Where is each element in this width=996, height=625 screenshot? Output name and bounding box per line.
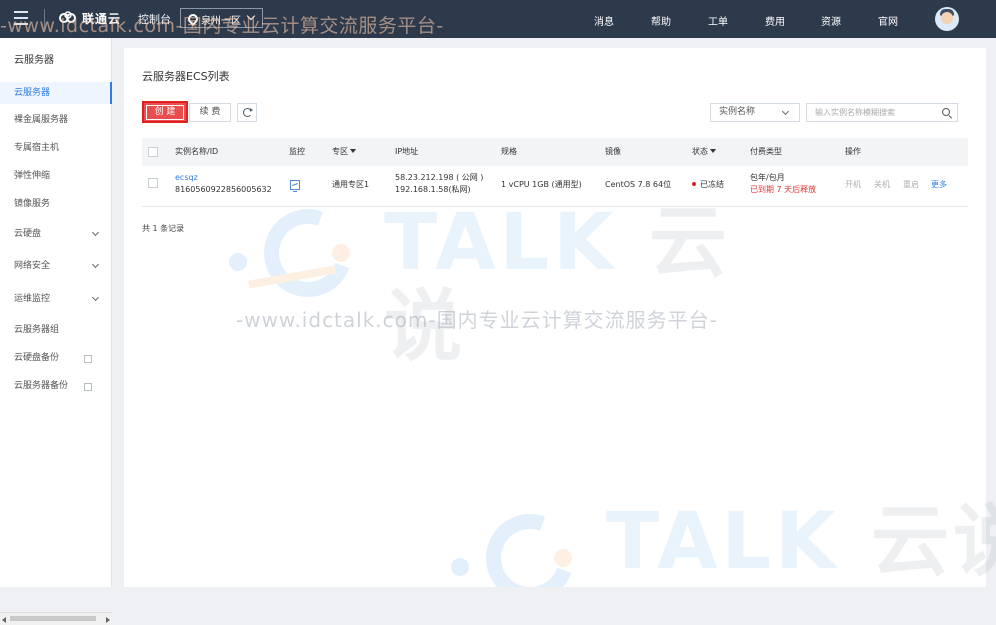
external-link-icon — [84, 383, 92, 391]
horizontal-scrollbar[interactable] — [0, 612, 112, 625]
sidebar-item-label: 云服务器备份 — [14, 381, 69, 391]
refresh-icon — [243, 108, 253, 117]
renew-button[interactable]: 续 费 — [189, 103, 231, 122]
header-status: 状态 — [692, 147, 708, 156]
header-monitor: 监控 — [289, 147, 305, 156]
sidebar-item-label: 运维监控 — [14, 294, 51, 304]
status-text: 已冻结 — [700, 180, 724, 189]
more-actions-link[interactable]: 更多 — [931, 179, 947, 190]
nav-official-site[interactable]: 官网 — [878, 13, 898, 28]
billing-type: 包年/包月 — [750, 173, 785, 182]
sidebar-title: 云服务器 — [14, 55, 54, 66]
header-zone: 专区 — [332, 147, 348, 156]
sidebar-item-bare-metal[interactable]: 裸金属服务器 — [0, 109, 112, 131]
create-button-label: 创 建 — [146, 105, 184, 120]
search-placeholder: 输入实例名称模糊搜索 — [815, 108, 895, 117]
sidebar-item-ops-monitoring[interactable]: 运维监控 — [0, 288, 112, 310]
sidebar-item-cloud-disk[interactable]: 云硬盘 — [0, 223, 112, 245]
sidebar-item-label: 云服务器 — [14, 88, 51, 98]
monitor-chart-icon[interactable] — [290, 180, 300, 192]
power-on-action[interactable]: 开机 — [845, 179, 861, 190]
sidebar-item-auto-scaling[interactable]: 弹性伸缩 — [0, 165, 112, 187]
chevron-down-icon — [91, 260, 100, 269]
filter-field-select[interactable]: 实例名称 — [710, 103, 800, 122]
header-spec: 规格 — [501, 147, 517, 156]
nav-help[interactable]: 帮助 — [651, 13, 671, 28]
sidebar-item-image-service[interactable]: 镜像服务 — [0, 193, 112, 215]
header-image: 镜像 — [605, 147, 621, 156]
zone-value: 通用专区1 — [332, 180, 370, 189]
filter-caret-icon — [710, 149, 716, 153]
external-link-icon — [84, 355, 92, 363]
chevron-down-icon — [781, 107, 790, 116]
nav-tickets[interactable]: 工单 — [708, 13, 728, 28]
avatar-face — [941, 12, 953, 24]
scroll-right-icon[interactable] — [106, 617, 110, 623]
restart-action[interactable]: 重启 — [903, 179, 919, 190]
filter-caret-icon — [350, 149, 356, 153]
spec-value: 1 vCPU 1GB (通用型) — [501, 180, 582, 189]
power-off-action[interactable]: 关机 — [874, 179, 890, 190]
table-header: 实例名称/ID 监控 专区 IP地址 规格 镜像 状态 付费类型 操作 — [142, 138, 968, 166]
chevron-down-icon — [91, 228, 100, 237]
sidebar-item-dedicated-host[interactable]: 专属宿主机 — [0, 137, 112, 159]
record-count: 共 1 条记录 — [142, 224, 185, 233]
search-icon[interactable] — [942, 108, 950, 116]
table-row: ecsqz 8160560922856005632 通用专区1 58.23.21… — [142, 166, 968, 207]
instance-name-link[interactable]: ecsqz — [175, 172, 198, 183]
header-ip: IP地址 — [395, 147, 419, 156]
sidebar-item-label: 云服务器组 — [14, 325, 60, 335]
sidebar-item-server-group[interactable]: 云服务器组 — [0, 319, 112, 341]
sidebar-item-server-backup[interactable]: 云服务器备份 — [0, 375, 112, 397]
header-instance: 实例名称/ID — [175, 147, 219, 156]
sidebar-item-network-security[interactable]: 网络安全 — [0, 255, 112, 277]
page-title: 云服务器ECS列表 — [142, 70, 230, 83]
instance-id: 8160560922856005632 — [175, 185, 272, 194]
instance-table: 实例名称/ID 监控 专区 IP地址 规格 镜像 状态 付费类型 操作 ecsq… — [142, 138, 968, 207]
nav-resources[interactable]: 资源 — [821, 13, 841, 28]
user-avatar[interactable] — [935, 7, 959, 31]
private-ip: 192.168.1.58(私网) — [395, 185, 471, 194]
row-checkbox[interactable] — [148, 178, 158, 188]
billing-expiry-note: 已到期 7 天后释放 — [750, 185, 817, 194]
sidebar-item-disk-backup[interactable]: 云硬盘备份 — [0, 347, 112, 369]
status-badge: 已冻结 — [692, 179, 724, 190]
sidebar-item-label: 云硬盘 — [14, 229, 42, 239]
scrollbar-thumb[interactable] — [10, 616, 96, 621]
sidebar-item-label: 镜像服务 — [14, 199, 51, 209]
nav-billing[interactable]: 费用 — [765, 13, 785, 28]
sidebar-item-label: 云硬盘备份 — [14, 353, 60, 363]
header-billing: 付费类型 — [750, 147, 782, 156]
select-all-checkbox[interactable] — [148, 147, 158, 157]
sidebar: 云服务器 云服务器 裸金属服务器 专属宿主机 弹性伸缩 镜像服务 云硬盘 网络安… — [0, 38, 112, 625]
public-ip: 58.23.212.198 ( 公网 ) — [395, 173, 484, 182]
image-value: CentOS 7.8 64位 — [605, 180, 672, 189]
sidebar-item-label: 网络安全 — [14, 261, 51, 271]
search-input[interactable]: 输入实例名称模糊搜索 — [806, 103, 958, 122]
filter-field-value: 实例名称 — [719, 107, 756, 117]
sidebar-item-cloud-server[interactable]: 云服务器 — [0, 82, 112, 104]
chevron-down-icon — [91, 293, 100, 302]
header-actions: 操作 — [845, 147, 861, 156]
sidebar-item-label: 专属宿主机 — [14, 143, 60, 153]
scroll-left-icon[interactable] — [2, 617, 6, 623]
header-status-filter[interactable]: 状态 — [692, 146, 716, 157]
sidebar-item-label: 弹性伸缩 — [14, 171, 51, 181]
status-dot-icon — [692, 182, 696, 186]
refresh-button[interactable] — [237, 103, 257, 122]
nav-messages[interactable]: 消息 — [594, 13, 614, 28]
watermark-url-top: -www.idctalk.com-国内专业云计算交流服务平台- — [0, 16, 444, 36]
watermark-top-strip: -www.idctalk.com-国内专业云计算交流服务平台- — [0, 16, 560, 36]
sidebar-item-label: 裸金属服务器 — [14, 115, 69, 125]
main-panel: 云服务器ECS列表 创 建 续 费 实例名称 输入实例名称模糊搜索 实例名称/I… — [124, 48, 986, 587]
header-zone-filter[interactable]: 专区 — [332, 146, 356, 157]
create-button[interactable]: 创 建 — [142, 101, 188, 123]
